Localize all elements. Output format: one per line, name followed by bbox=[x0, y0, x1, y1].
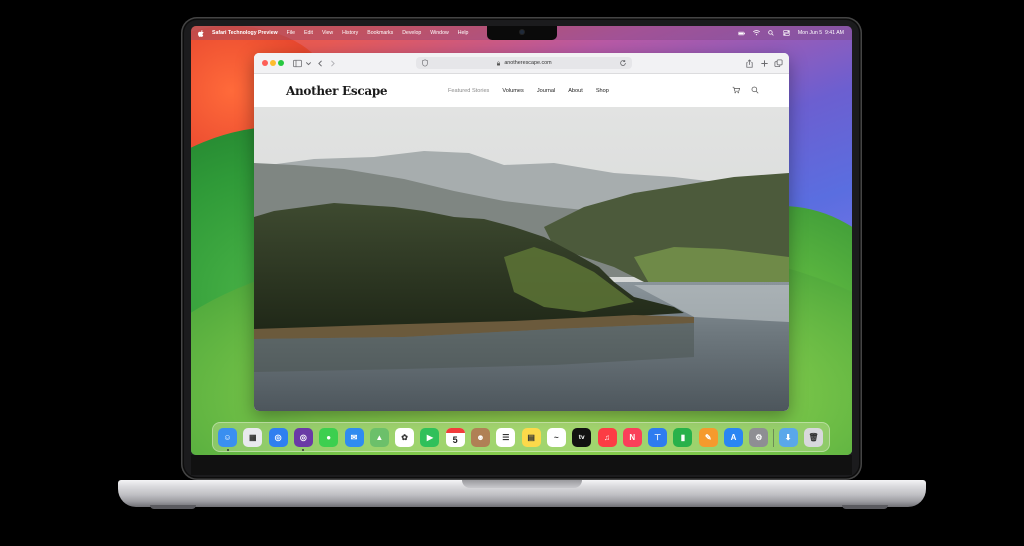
menu-bookmarks[interactable]: Bookmarks bbox=[367, 30, 393, 36]
dock-separator bbox=[772, 429, 774, 447]
dock-finder-icon[interactable]: ☺ bbox=[218, 428, 237, 447]
site-logo[interactable]: Another Escape bbox=[286, 84, 388, 98]
site-search-icon[interactable] bbox=[751, 86, 759, 94]
dock-messages-icon[interactable]: ● bbox=[319, 428, 339, 447]
dock-photos-icon[interactable]: ✿ bbox=[395, 428, 415, 447]
new-tab-icon[interactable] bbox=[759, 58, 769, 68]
apple-menu-icon[interactable] bbox=[198, 29, 204, 37]
share-icon[interactable] bbox=[744, 58, 754, 68]
tv-label: tv bbox=[578, 434, 585, 441]
chevron-down-icon[interactable] bbox=[303, 58, 313, 68]
search-icon[interactable] bbox=[768, 30, 775, 36]
dock-numbers-icon[interactable]: ▮ bbox=[673, 428, 693, 447]
nav-journal[interactable]: Journal bbox=[537, 88, 555, 94]
dock-facetime-icon[interactable]: ▶ bbox=[420, 428, 440, 447]
laptop-foot-left bbox=[150, 505, 196, 509]
screen: Safari Technology Preview File Edit View… bbox=[191, 26, 852, 455]
menu-edit[interactable]: Edit bbox=[304, 30, 313, 36]
running-indicator bbox=[226, 449, 229, 451]
calendar-day: 5 bbox=[452, 434, 458, 445]
site-header: Another Escape Featured Stories Volumes … bbox=[254, 74, 789, 107]
lock-icon bbox=[497, 61, 501, 65]
menu-help[interactable]: Help bbox=[458, 30, 469, 36]
wifi-icon[interactable] bbox=[752, 30, 760, 36]
camera-icon bbox=[520, 30, 524, 34]
reload-icon[interactable] bbox=[619, 59, 627, 67]
back-icon[interactable] bbox=[315, 58, 325, 68]
control-center-icon[interactable] bbox=[782, 30, 790, 36]
menu-datetime[interactable]: Mon Jun 5 9:41 AM bbox=[798, 30, 844, 36]
dock: ☺ ▦ ◎ ◎ ● ✉ ▲ ✿ ▶ 5 ☻ ☰ ▤ ~ tv ♫ N ⊤ ▮ ✎ A ⚙ ⬇ 🗑 bbox=[212, 422, 830, 452]
close-window-button[interactable] bbox=[262, 60, 268, 66]
dock-safari-icon[interactable]: ◎ bbox=[268, 428, 288, 447]
cart-icon[interactable] bbox=[732, 86, 740, 94]
dock-app-store-icon[interactable]: A bbox=[724, 428, 743, 447]
nav-about[interactable]: About bbox=[568, 88, 583, 94]
menu-view[interactable]: View bbox=[322, 30, 333, 36]
privacy-report-icon[interactable] bbox=[421, 59, 429, 67]
menu-window[interactable]: Window bbox=[430, 30, 448, 36]
menu-app-name[interactable]: Safari Technology Preview bbox=[212, 30, 278, 36]
nav-volumes[interactable]: Volumes bbox=[502, 88, 523, 94]
address-bar[interactable]: anotherescape.com bbox=[416, 57, 632, 69]
zoom-window-button[interactable] bbox=[278, 60, 284, 66]
dock-maps-icon[interactable]: ▲ bbox=[369, 428, 389, 447]
running-indicator bbox=[302, 449, 305, 451]
dock-calendar-icon[interactable]: 5 bbox=[445, 428, 465, 447]
dock-launchpad-icon[interactable]: ▦ bbox=[243, 428, 263, 447]
menu-extras: Mon Jun 5 9:41 AM bbox=[737, 26, 844, 40]
hero-image bbox=[254, 107, 789, 411]
dock-tv-icon[interactable]: tv bbox=[572, 428, 592, 447]
screen-bottom-bezel bbox=[191, 455, 852, 475]
battery-icon[interactable] bbox=[737, 31, 745, 36]
dock-mail-icon[interactable]: ✉ bbox=[344, 428, 364, 447]
site-actions bbox=[732, 86, 759, 94]
dock-downloads-icon[interactable]: ⬇ bbox=[778, 428, 798, 447]
dock-freeform-icon[interactable]: ~ bbox=[546, 428, 566, 447]
dock-notes-icon[interactable]: ▤ bbox=[521, 428, 541, 447]
nav-shop[interactable]: Shop bbox=[596, 88, 609, 94]
nav-featured-stories[interactable]: Featured Stories bbox=[448, 88, 489, 94]
dock-news-icon[interactable]: N bbox=[622, 428, 642, 447]
tab-overview-icon[interactable] bbox=[773, 58, 783, 68]
menu-file[interactable]: File bbox=[287, 30, 295, 36]
dock-reminders-icon[interactable]: ☰ bbox=[496, 428, 516, 447]
url-text: anotherescape.com bbox=[504, 60, 552, 66]
dock-system-settings-icon[interactable]: ⚙ bbox=[749, 428, 769, 447]
dock-trash-icon[interactable]: 🗑 bbox=[803, 428, 823, 447]
safari-window: anotherescape.com Another Escape Feature… bbox=[254, 53, 789, 411]
dock-keynote-icon[interactable]: ⊤ bbox=[648, 428, 668, 447]
dock-pages-icon[interactable]: ✎ bbox=[698, 428, 718, 447]
menu-develop[interactable]: Develop bbox=[402, 30, 421, 36]
forward-icon[interactable] bbox=[327, 58, 337, 68]
dock-contacts-icon[interactable]: ☻ bbox=[471, 428, 490, 447]
menu-history[interactable]: History bbox=[342, 30, 358, 36]
sidebar-toggle-icon[interactable] bbox=[292, 58, 302, 68]
laptop-foot-right bbox=[842, 505, 888, 509]
minimize-window-button[interactable] bbox=[270, 60, 276, 66]
dock-music-icon[interactable]: ♫ bbox=[597, 428, 617, 447]
laptop-thumb-notch bbox=[462, 480, 582, 488]
site-nav: Featured Stories Volumes Journal About S… bbox=[448, 88, 609, 94]
dock-safari-technology-preview-icon[interactable]: ◎ bbox=[293, 428, 313, 447]
safari-toolbar: anotherescape.com bbox=[254, 53, 789, 74]
